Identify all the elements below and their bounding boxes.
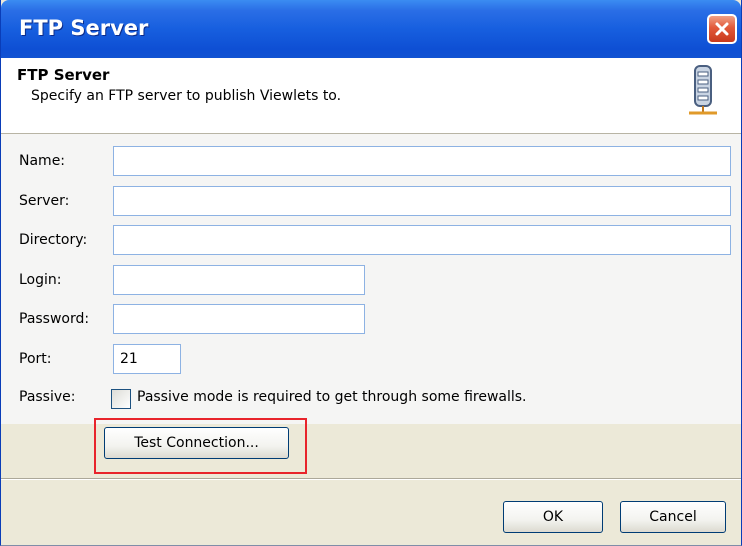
footer-divider: [1, 478, 741, 480]
passive-checkbox-label[interactable]: Passive mode is required to get through …: [137, 389, 527, 405]
password-label: Password:: [19, 311, 90, 327]
form-area: Name: Server: Directory: Login: Password…: [1, 134, 741, 424]
header-title: FTP Server: [17, 66, 110, 84]
server-icon: [689, 65, 717, 115]
port-label: Port:: [19, 351, 52, 367]
close-button[interactable]: [707, 14, 737, 44]
directory-input[interactable]: [113, 225, 731, 255]
password-input[interactable]: [113, 304, 365, 334]
name-input[interactable]: [113, 146, 731, 176]
passive-checkbox[interactable]: [111, 389, 131, 409]
window-title: FTP Server: [19, 16, 149, 40]
server-label: Server:: [19, 193, 70, 209]
test-connection-button[interactable]: Test Connection...: [104, 427, 289, 459]
ftp-server-dialog: FTP Server FTP Server Specify an FTP ser…: [0, 0, 742, 546]
dialog-header: FTP Server Specify an FTP server to publ…: [1, 58, 741, 134]
password-row: Password:: [1, 304, 741, 336]
close-icon: [715, 22, 729, 36]
cancel-button[interactable]: Cancel: [620, 501, 726, 533]
server-row: Server:: [1, 186, 741, 218]
login-label: Login:: [19, 272, 62, 288]
ok-button[interactable]: OK: [503, 501, 603, 533]
port-row: Port:: [1, 344, 741, 376]
port-input[interactable]: [113, 344, 181, 374]
directory-label: Directory:: [19, 232, 88, 248]
name-row: Name:: [1, 146, 741, 178]
name-label: Name:: [19, 153, 66, 169]
login-row: Login:: [1, 265, 741, 297]
login-input[interactable]: [113, 265, 365, 295]
directory-row: Directory:: [1, 225, 741, 257]
header-description: Specify an FTP server to publish Viewlet…: [31, 88, 342, 104]
passive-label: Passive:: [19, 389, 76, 405]
title-bar[interactable]: FTP Server: [1, 0, 741, 58]
server-input[interactable]: [113, 186, 731, 216]
passive-row: Passive: Passive mode is required to get…: [1, 386, 741, 418]
